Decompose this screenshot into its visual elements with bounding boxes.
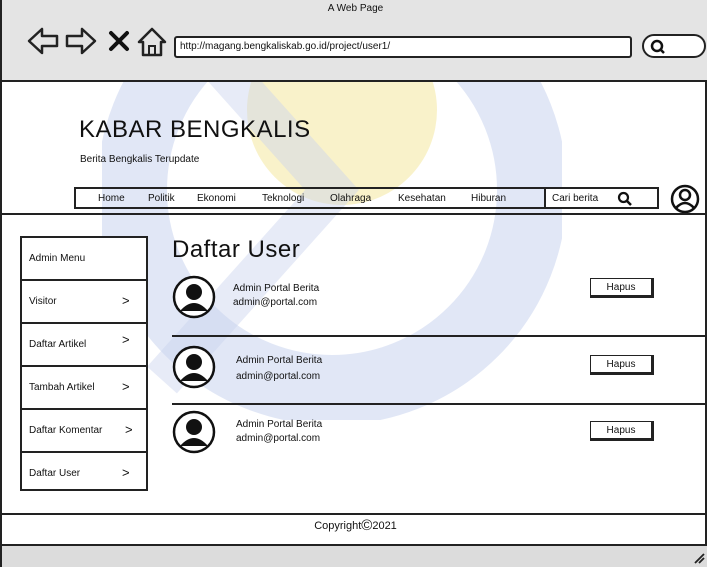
news-search-label: Cari berita (552, 193, 599, 204)
site-title: KABAR BENGKALIS (79, 116, 311, 143)
copyright-label: Copyright (314, 520, 362, 532)
user-avatar-icon (172, 345, 216, 389)
user-profile-icon[interactable] (670, 184, 700, 214)
row-divider (172, 335, 707, 337)
search-icon[interactable] (617, 191, 633, 207)
user-email: admin@portal.com (233, 297, 318, 308)
delete-user-button[interactable]: Hapus (590, 355, 654, 375)
browser-toolbar: A Web Page http://magang.bengkaliskab.go… (2, 0, 707, 82)
admin-sidebar: Admin Menu Visitor > Daftar Artikel > Ta… (20, 236, 148, 491)
chevron-right-icon: > (125, 422, 133, 437)
sidebar-header: Admin Menu (22, 238, 146, 281)
delete-user-button[interactable]: Hapus (590, 278, 654, 298)
chevron-right-icon: > (122, 293, 130, 308)
news-search-input[interactable]: Cari berita (544, 187, 659, 209)
sidebar-item-visitor[interactable]: Visitor > (22, 281, 146, 324)
user-name: Admin Portal Berita (236, 419, 323, 430)
footer-copyright: Copyright©2021 (2, 517, 707, 534)
sidebar-item-daftar-artikel[interactable]: Daftar Artikel > (22, 324, 146, 367)
sidebar-item-label: Daftar User (29, 468, 81, 479)
address-bar[interactable]: http://magang.bengkaliskab.go.id/project… (174, 36, 632, 58)
row-divider (172, 403, 707, 405)
nav-item-hiburan[interactable]: Hiburan (471, 193, 506, 204)
back-arrow-icon[interactable] (26, 24, 60, 58)
chevron-right-icon: > (122, 332, 130, 347)
sidebar-item-label: Tambah Artikel (29, 382, 95, 393)
sidebar-item-label: Daftar Komentar (29, 425, 103, 436)
forward-arrow-icon[interactable] (64, 24, 98, 58)
sidebar-item-daftar-komentar[interactable]: Daftar Komentar > (22, 410, 146, 453)
sidebar-item-label: Visitor (29, 296, 57, 307)
nav-item-home[interactable]: Home (98, 193, 125, 204)
nav-item-politik[interactable]: Politik (148, 193, 175, 204)
nav-item-ekonomi[interactable]: Ekonomi (197, 193, 236, 204)
close-x-icon[interactable] (108, 30, 130, 52)
user-avatar-icon (172, 410, 216, 454)
status-bar (2, 544, 707, 567)
user-name: Admin Portal Berita (236, 355, 323, 366)
user-name: Admin Portal Berita (233, 283, 320, 294)
chevron-right-icon: > (122, 465, 130, 480)
header-divider (2, 213, 707, 215)
user-email: admin@portal.com (236, 433, 321, 444)
main-navigation: Home Politik Ekonomi Teknologi Olahraga … (74, 187, 544, 209)
nav-item-olahraga[interactable]: Olahraga (330, 193, 371, 204)
delete-user-button[interactable]: Hapus (590, 421, 654, 441)
home-icon[interactable] (136, 26, 168, 58)
nav-item-teknologi[interactable]: Teknologi (262, 193, 304, 204)
nav-item-kesehatan[interactable]: Kesehatan (398, 193, 446, 204)
browser-search-box[interactable] (642, 34, 706, 58)
search-icon (650, 39, 665, 54)
copyright-year: 2021 (372, 520, 397, 532)
user-email: admin@portal.com (236, 371, 321, 382)
copyright-symbol: © (361, 517, 373, 534)
chevron-right-icon: > (122, 379, 130, 394)
browser-window: A Web Page http://magang.bengkaliskab.go… (0, 0, 707, 567)
page-title: Daftar User (172, 236, 301, 263)
site-tagline: Berita Bengkalis Terupdate (80, 154, 200, 165)
user-avatar-icon (172, 275, 216, 319)
resize-handle-icon[interactable] (693, 552, 705, 564)
footer-divider (2, 513, 707, 515)
window-title: A Web Page (327, 3, 384, 14)
sidebar-item-tambah-artikel[interactable]: Tambah Artikel > (22, 367, 146, 410)
sidebar-item-daftar-user[interactable]: Daftar User > (22, 453, 146, 496)
sidebar-header-label: Admin Menu (29, 253, 86, 264)
sidebar-item-label: Daftar Artikel (29, 339, 87, 350)
